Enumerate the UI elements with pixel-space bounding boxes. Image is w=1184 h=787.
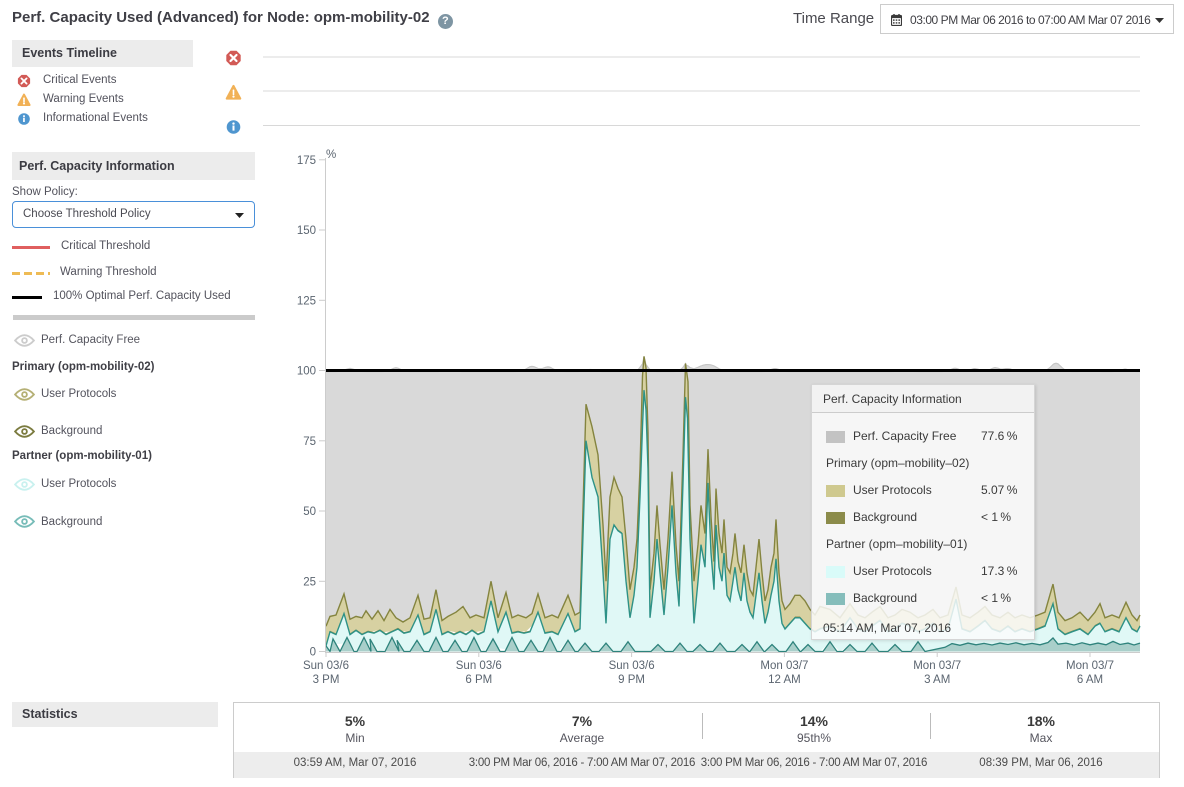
- svg-text:Mon 03/7: Mon 03/7: [913, 660, 961, 672]
- svg-text:150: 150: [297, 225, 316, 237]
- svg-text:125: 125: [297, 295, 316, 307]
- svg-text:50: 50: [303, 506, 316, 518]
- svg-text:Mon 03/7: Mon 03/7: [760, 660, 808, 672]
- svg-text:6 PM: 6 PM: [465, 674, 492, 686]
- svg-text:75: 75: [303, 436, 316, 448]
- svg-text:0: 0: [310, 647, 316, 659]
- svg-text:175: 175: [297, 155, 316, 167]
- svg-text:Mon 03/7: Mon 03/7: [1066, 660, 1114, 672]
- svg-text:6 AM: 6 AM: [1077, 674, 1103, 686]
- svg-text:Sun 03/6: Sun 03/6: [609, 660, 655, 672]
- svg-text:25: 25: [303, 576, 316, 588]
- svg-text:%: %: [326, 149, 336, 161]
- svg-text:3 PM: 3 PM: [313, 674, 340, 686]
- svg-text:12 AM: 12 AM: [768, 674, 801, 686]
- svg-text:Sun 03/6: Sun 03/6: [456, 660, 502, 672]
- svg-text:100: 100: [297, 366, 316, 378]
- svg-text:3 AM: 3 AM: [924, 674, 950, 686]
- svg-text:Sun 03/6: Sun 03/6: [303, 660, 349, 672]
- svg-text:9 PM: 9 PM: [618, 674, 645, 686]
